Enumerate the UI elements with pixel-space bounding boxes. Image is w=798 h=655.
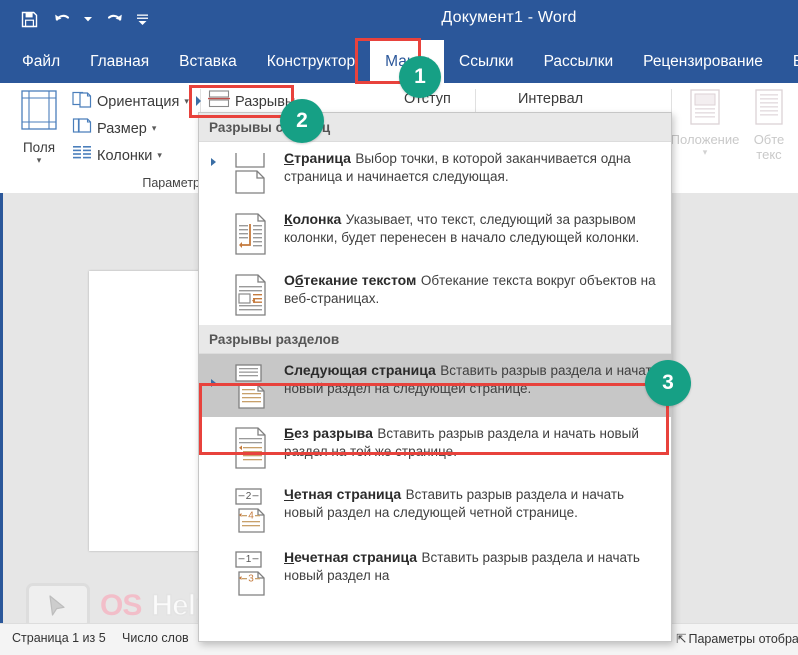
wrap-text-label: Обте текс bbox=[753, 132, 785, 162]
wrap-text-button[interactable]: Обте текс bbox=[739, 88, 798, 162]
menu-item-title: Колонка bbox=[284, 211, 342, 227]
expand-arrow-icon bbox=[196, 93, 203, 111]
chevron-down-icon[interactable]: ▾ bbox=[152, 123, 157, 134]
word-application-window: Документ1 - Word Файл Главная Вставка Ко… bbox=[0, 0, 798, 655]
even-page-section-icon: 24 bbox=[229, 485, 271, 533]
size-label: Размер bbox=[97, 120, 147, 137]
document-title: Документ1 - Word bbox=[441, 9, 577, 26]
columns-icon bbox=[72, 144, 92, 167]
tab-references[interactable]: Ссылки bbox=[444, 40, 529, 83]
size-button[interactable]: Размер ▾ bbox=[72, 116, 156, 141]
page-break-icon bbox=[229, 149, 271, 195]
svg-text:3: 3 bbox=[248, 574, 254, 585]
next-page-section-icon bbox=[229, 361, 271, 409]
columns-label: Колонки bbox=[97, 147, 153, 164]
watermark-os-text: OS bbox=[100, 589, 142, 622]
size-icon bbox=[72, 116, 92, 141]
chevron-down-icon[interactable]: ▾ bbox=[37, 156, 42, 165]
tab-view[interactable]: Вид bbox=[778, 40, 798, 83]
margins-label: Поля bbox=[22, 140, 56, 155]
selection-marker-icon bbox=[211, 379, 216, 387]
menu-section-header-page-breaks: Разрывы страниц bbox=[199, 113, 671, 142]
menu-item-page[interactable]: Страница Выбор точки, в которой заканчив… bbox=[199, 142, 671, 203]
svg-text:1: 1 bbox=[246, 554, 252, 565]
orientation-icon bbox=[72, 89, 92, 114]
menu-section-header-section-breaks: Разрывы разделов bbox=[199, 325, 671, 354]
chevron-down-icon[interactable]: ▾ bbox=[703, 148, 708, 157]
orientation-button[interactable]: Ориентация ▾ bbox=[72, 89, 189, 114]
ribbon-group-arrange: Положение ▾ Обте текс bbox=[671, 83, 798, 193]
page-setup-group-label: Параметр bbox=[142, 176, 200, 190]
title-bar: Документ1 - Word bbox=[0, 0, 798, 40]
menu-item-title: Без разрыва bbox=[284, 425, 373, 441]
tab-file[interactable]: Файл bbox=[0, 40, 75, 83]
text-wrapping-break-icon bbox=[229, 271, 271, 317]
callout-badge-2: 2 bbox=[280, 99, 324, 143]
tab-mailings[interactable]: Рассылки bbox=[529, 40, 629, 83]
callout-badge-3: 3 bbox=[645, 360, 691, 406]
ribbon-group-page-setup: Поля ▾ Ориентация ▾ Размер ▾ Колонки ▾ П… bbox=[0, 83, 200, 193]
continuous-section-icon bbox=[229, 424, 271, 470]
display-settings[interactable]: ⇱ Параметры отобра bbox=[676, 631, 798, 646]
selection-marker-icon bbox=[211, 158, 216, 166]
chevron-down-icon[interactable]: ▾ bbox=[157, 150, 162, 161]
margins-button[interactable]: Поля ▾ bbox=[10, 89, 68, 167]
column-break-icon bbox=[229, 210, 271, 256]
position-button[interactable]: Положение ▾ bbox=[671, 88, 739, 157]
menu-item-title: Четная страница bbox=[284, 486, 402, 502]
tab-insert[interactable]: Вставка bbox=[164, 40, 252, 83]
display-settings-icon: ⇱ bbox=[676, 632, 687, 646]
menu-item-title: Обтекание текстом bbox=[284, 272, 417, 288]
menu-item-continuous[interactable]: Без разрыва Вставить разрыв раздела и на… bbox=[199, 417, 671, 478]
svg-text:4: 4 bbox=[248, 511, 254, 522]
spacing-header: Интервал bbox=[518, 91, 584, 107]
wrap-text-icon bbox=[751, 88, 787, 131]
tab-home[interactable]: Главная bbox=[75, 40, 164, 83]
position-icon bbox=[687, 88, 723, 131]
menu-item-column[interactable]: Колонка Указывает, что текст, следующий … bbox=[199, 203, 671, 264]
tab-design[interactable]: Конструктор bbox=[252, 40, 370, 83]
callout-badge-1: 1 bbox=[399, 56, 441, 98]
word-count[interactable]: Число слов bbox=[122, 631, 189, 645]
chevron-down-icon[interactable]: ▾ bbox=[184, 96, 189, 107]
tab-review[interactable]: Рецензирование bbox=[628, 40, 778, 83]
orientation-label: Ориентация bbox=[97, 93, 180, 110]
columns-button[interactable]: Колонки ▾ bbox=[72, 143, 162, 168]
breaks-icon bbox=[208, 89, 230, 114]
menu-item-title: Следующая страница bbox=[284, 362, 436, 378]
menu-item-title: Страница bbox=[284, 150, 351, 166]
margins-icon bbox=[19, 89, 59, 136]
menu-item-even-page[interactable]: 24 Четная страница Вставить разрыв разде… bbox=[199, 478, 671, 541]
odd-page-section-icon: 13 bbox=[229, 548, 271, 596]
page-indicator[interactable]: Страница 1 из 5 bbox=[12, 631, 106, 645]
svg-text:2: 2 bbox=[246, 491, 252, 502]
menu-item-text-wrapping[interactable]: Обтекание текстом Обтекание текста вокру… bbox=[199, 264, 671, 325]
breaks-dropdown-menu[interactable]: Разрывы страниц Страница Выбор точки, в … bbox=[198, 112, 672, 642]
menu-item-title-rest: траница bbox=[294, 150, 351, 166]
menu-item-title: Нечетная страница bbox=[284, 549, 418, 565]
position-label: Положение bbox=[670, 132, 740, 147]
menu-item-next-page[interactable]: Следующая страница Вставить разрыв разде… bbox=[199, 354, 671, 417]
menu-item-odd-page[interactable]: 13 Нечетная страница Вставить разрыв раз… bbox=[199, 541, 671, 604]
